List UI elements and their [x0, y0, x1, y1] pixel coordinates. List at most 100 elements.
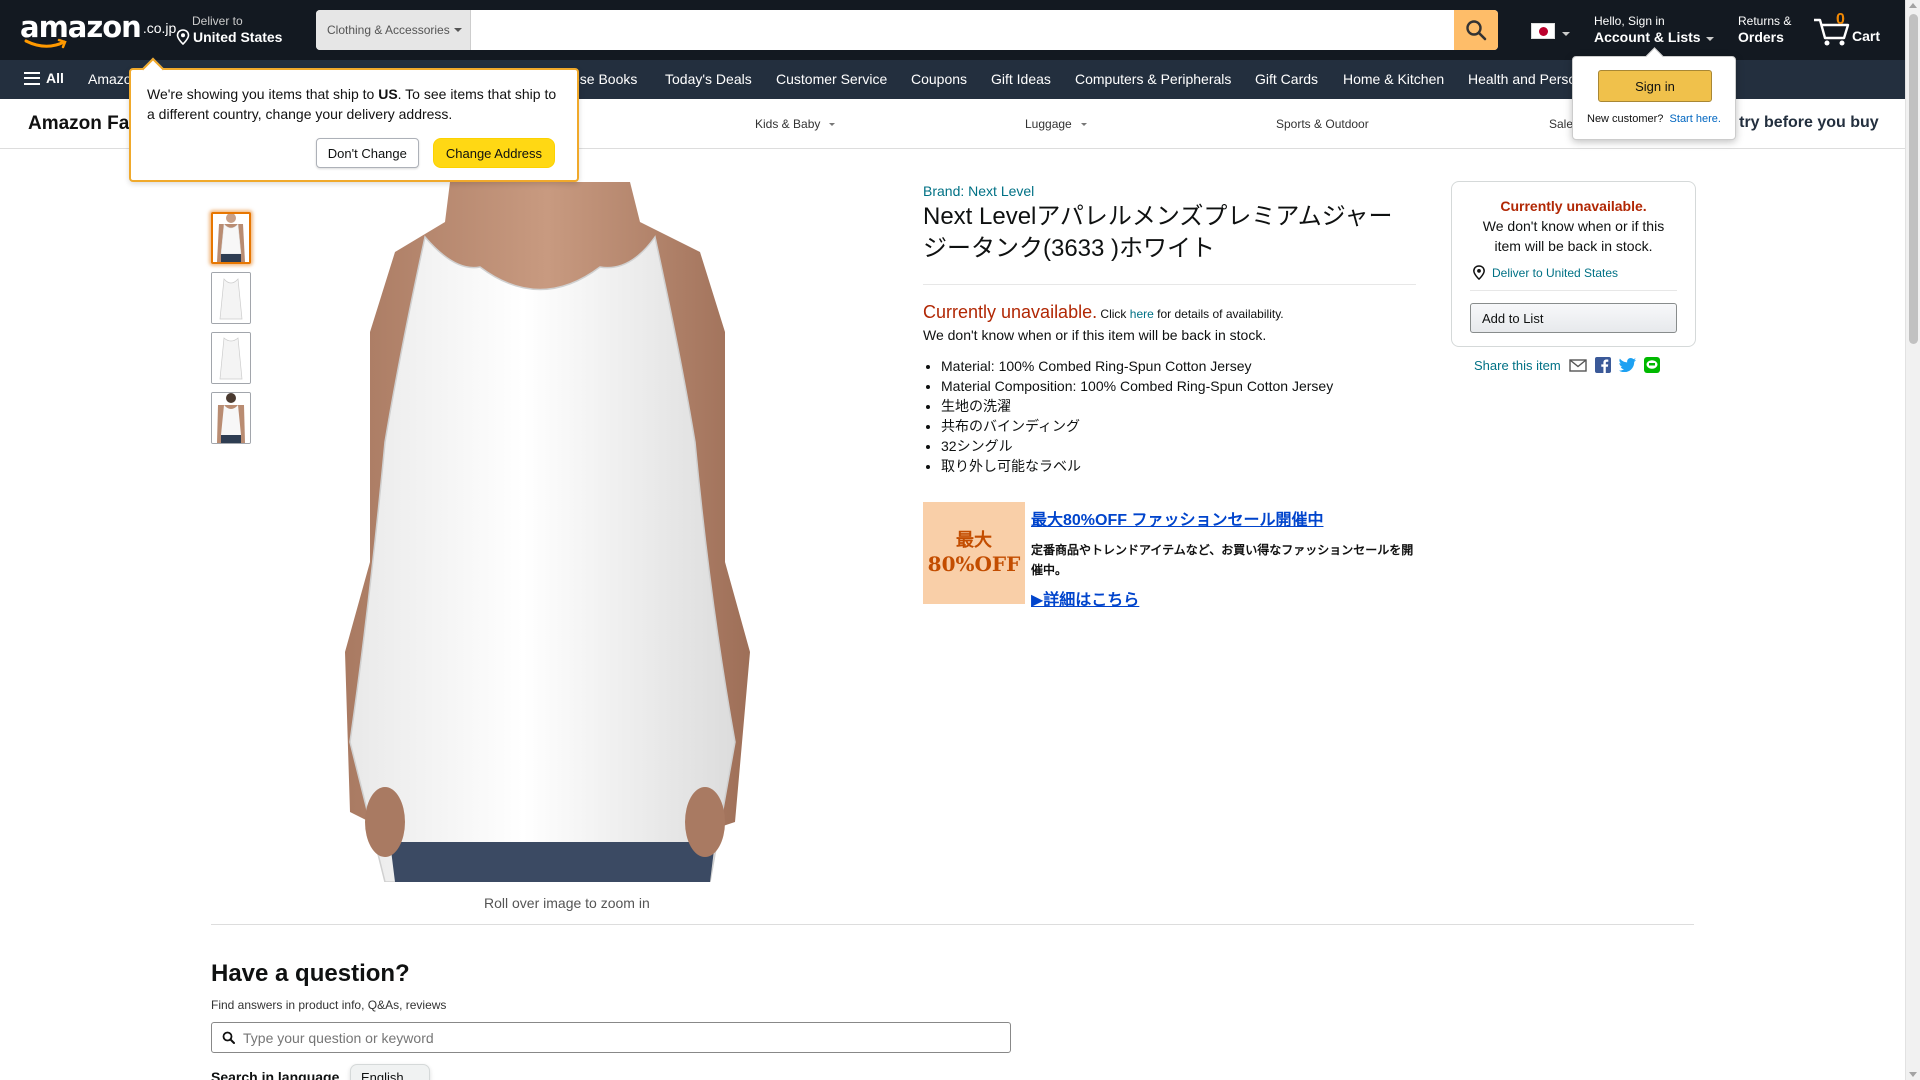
promo-title-link[interactable]: 最大80%OFF ファッションセール開催中 [1031, 506, 1323, 530]
amazon-logo[interactable]: amazon .co.jp [20, 12, 177, 49]
nav-link-health[interactable]: Health and Perso [1468, 71, 1576, 87]
sign-in-button[interactable]: Sign in [1598, 70, 1712, 102]
thumbnail-2[interactable] [211, 272, 251, 324]
brand-link[interactable]: Brand: Next Level [923, 183, 1034, 199]
change-address-button[interactable]: Change Address [432, 138, 555, 168]
logo-tld: .co.jp [142, 20, 177, 36]
divider [1470, 290, 1677, 291]
nav-link-todays-deals[interactable]: Today's Deals [665, 71, 752, 87]
nav-link-gift-ideas[interactable]: Gift Ideas [991, 71, 1051, 87]
chevron-down-icon [829, 122, 836, 126]
language-select[interactable]: English [350, 1064, 430, 1080]
add-to-list-button[interactable]: Add to List [1470, 303, 1677, 333]
thumbnail-4[interactable] [211, 392, 251, 444]
promo-details-link[interactable]: ▶詳細はこちら [1031, 586, 1139, 610]
main-product-image[interactable] [330, 182, 800, 882]
question-input[interactable] [243, 1029, 983, 1046]
deliver-to[interactable]: Deliver to United States [176, 14, 282, 46]
ship-country: US [378, 86, 398, 102]
facebook-icon[interactable] [1594, 357, 1611, 373]
list-item: 共布のバインディング [941, 416, 1333, 436]
buybox-stock-text: We don't know when or if this item will … [1482, 218, 1665, 254]
line-icon[interactable] [1643, 357, 1660, 373]
orders-label: Orders [1738, 29, 1784, 45]
language-selector[interactable] [1531, 23, 1570, 39]
store-item-sale[interactable]: Sale [1549, 117, 1573, 131]
nav-link-computers[interactable]: Computers & Peripherals [1075, 71, 1231, 87]
back-in-stock-text: We don't know when or if this item will … [923, 327, 1267, 343]
here-link[interactable]: here [1130, 307, 1154, 321]
thumbnail-1[interactable] [211, 212, 251, 264]
scroll-thumb[interactable] [1909, 14, 1918, 344]
chevron-down-icon [453, 28, 462, 32]
try-text: try before you buy [1734, 114, 1879, 131]
new-customer-text: New customer? Start here. [1587, 113, 1721, 125]
search-category-dropdown[interactable]: Clothing & Accessories [316, 10, 471, 50]
list-item: Material: 100% Combed Ring-Spun Cotton J… [941, 356, 1333, 376]
click-text: Click [1097, 307, 1130, 321]
promo-badge[interactable]: 最大 80%OFF [923, 502, 1025, 604]
deliver-country: United States [193, 29, 283, 45]
all-label: All [46, 70, 64, 86]
deliver-small: Deliver to [192, 14, 243, 28]
try-before-you-buy-banner[interactable]: ne try before you buy [1716, 114, 1879, 132]
feature-bullets: Material: 100% Combed Ring-Spun Cotton J… [941, 356, 1333, 476]
zoom-hint: Roll over image to zoom in [484, 895, 650, 911]
top-header: amazon .co.jp Deliver to United States C… [0, 0, 1905, 60]
account-label: Account & Lists [1594, 29, 1701, 45]
question-subtitle: Find answers in product info, Q&As, revi… [211, 998, 447, 1012]
returns-orders[interactable]: Returns & Orders [1738, 14, 1791, 46]
store-item-luggage[interactable]: Luggage [1025, 117, 1087, 131]
new-customer-label: New customer? [1587, 113, 1664, 125]
availability-click: Click here for details of availability. [1097, 307, 1284, 321]
chevron-down-icon [1705, 36, 1714, 41]
unavailable-text: Currently unavailable. [923, 302, 1098, 322]
thumbnail-3[interactable] [211, 332, 251, 384]
scrollbar[interactable] [1905, 0, 1920, 1080]
store-item-label: Luggage [1025, 117, 1072, 131]
scroll-down-arrow-icon[interactable] [1909, 1072, 1917, 1077]
search-input[interactable] [471, 10, 1454, 50]
account-lists[interactable]: Hello, Sign in Account & Lists [1594, 14, 1714, 46]
email-icon[interactable] [1569, 358, 1587, 372]
search-bar: Clothing & Accessories [316, 10, 1498, 50]
chevron-down-icon [1080, 122, 1087, 126]
promo-badge-line1: 最大 [956, 530, 992, 551]
search-button[interactable] [1454, 10, 1498, 50]
nav-link-home-kitchen[interactable]: Home & Kitchen [1343, 71, 1444, 87]
share-row: Share this item [1474, 357, 1660, 373]
cart-icon [1814, 18, 1850, 46]
store-item-sports[interactable]: Sports & Outdoor [1276, 117, 1369, 131]
promo-badge-line2: 80%OFF [927, 552, 1021, 576]
buybox-deliver-link[interactable]: Deliver to United States [1472, 265, 1618, 280]
all-menu-button[interactable]: All [24, 70, 64, 86]
tank-top-thumbnail [213, 214, 249, 262]
twitter-icon[interactable] [1618, 358, 1636, 372]
nav-link-coupons[interactable]: Coupons [911, 71, 967, 87]
store-item-label: Sports & Outdoor [1276, 117, 1369, 131]
scroll-up-arrow-icon[interactable] [1909, 3, 1917, 8]
divider [923, 284, 1416, 285]
ship-to-popover: We're showing you items that ship to US.… [129, 68, 579, 182]
availability-line: Currently unavailable. Click here for de… [923, 302, 1284, 323]
buybox-unavailable: Currently unavailable. [1500, 198, 1647, 214]
cart-label: Cart [1852, 28, 1881, 44]
share-label: Share this item [1474, 357, 1561, 373]
nav-link-books[interactable]: ese Books [572, 71, 637, 87]
list-item: 生地の洗濯 [941, 396, 1333, 416]
store-title[interactable]: Amazon Fas [28, 113, 140, 135]
nav-link-gift-cards[interactable]: Gift Cards [1255, 71, 1318, 87]
nav-link-customer-service[interactable]: Customer Service [776, 71, 887, 87]
details-text: for details of availability. [1153, 307, 1284, 321]
cart-count: 0 [1836, 11, 1845, 28]
dont-change-button[interactable]: Don't Change [315, 138, 419, 168]
cart[interactable]: 0 Cart [1812, 10, 1882, 50]
start-here-link[interactable]: Start here. [1670, 113, 1721, 125]
question-search-box [211, 1022, 1011, 1053]
smile-arrow-icon [24, 38, 67, 49]
store-item-kids-baby[interactable]: Kids & Baby [755, 117, 836, 131]
search-icon [222, 1031, 235, 1044]
japan-flag-icon [1531, 23, 1555, 39]
hamburger-icon [24, 71, 40, 85]
location-pin-icon [1473, 265, 1485, 280]
